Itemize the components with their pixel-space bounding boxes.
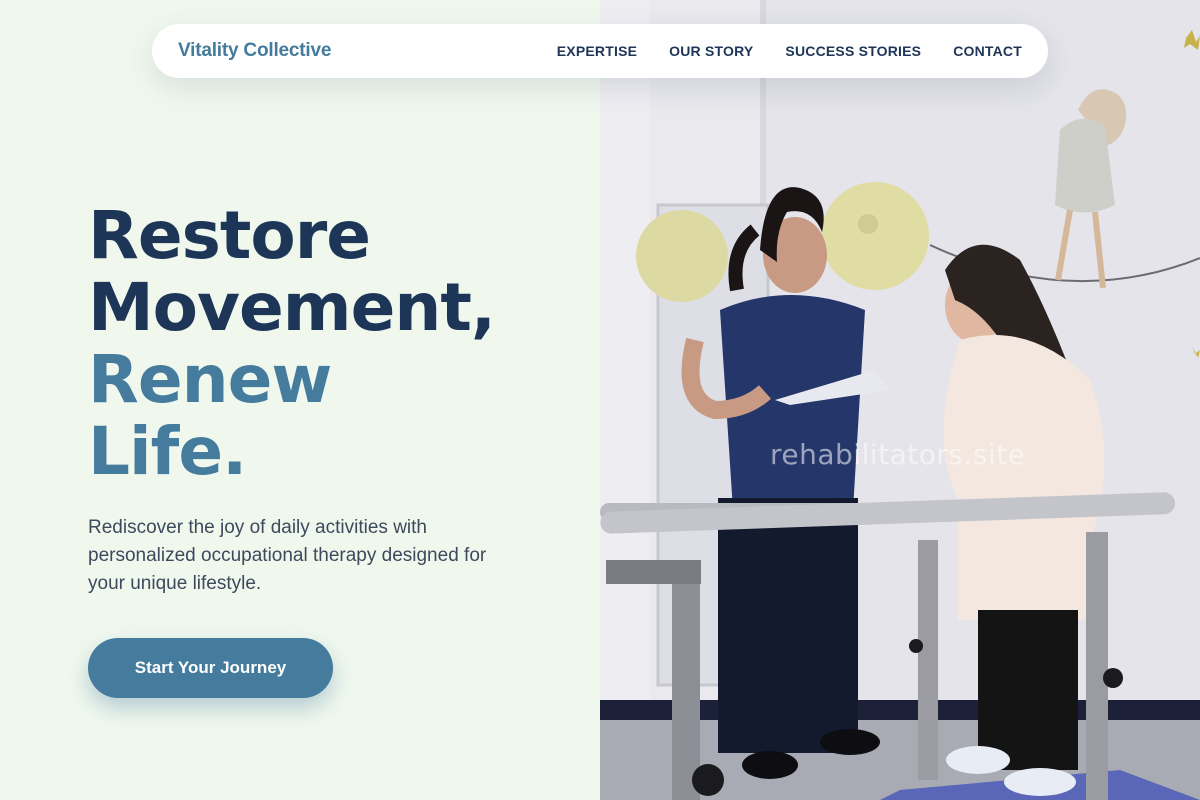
brand-logo[interactable]: Vitality Collective — [178, 40, 331, 62]
hero-title-line-4: Life. — [88, 413, 247, 490]
top-nav: Vitality Collective EXPERTISE OUR STORY … — [152, 24, 1048, 78]
hero-title: Restore Movement, Renew Life. — [88, 200, 588, 488]
nav-link-our-story[interactable]: OUR STORY — [669, 43, 753, 59]
nav-link-expertise[interactable]: EXPERTISE — [557, 43, 637, 59]
therapy-scene-illustration — [600, 0, 1200, 800]
hero-title-line-1: Restore — [88, 197, 371, 274]
nav-link-success-stories[interactable]: SUCCESS STORIES — [785, 43, 921, 59]
hero-photo: rehabilitators.site — [600, 0, 1200, 800]
nav-links: EXPERTISE OUR STORY SUCCESS STORIES CONT… — [557, 43, 1022, 59]
hero-subtitle: Rediscover the joy of daily activities w… — [88, 517, 487, 594]
hero-title-line-3: Renew — [88, 341, 332, 418]
nav-link-contact[interactable]: CONTACT — [953, 43, 1022, 59]
hero-title-line-2: Movement, — [88, 269, 496, 346]
start-journey-button[interactable]: Start Your Journey — [88, 638, 333, 698]
photo-watermark: rehabilitators.site — [770, 438, 1026, 471]
